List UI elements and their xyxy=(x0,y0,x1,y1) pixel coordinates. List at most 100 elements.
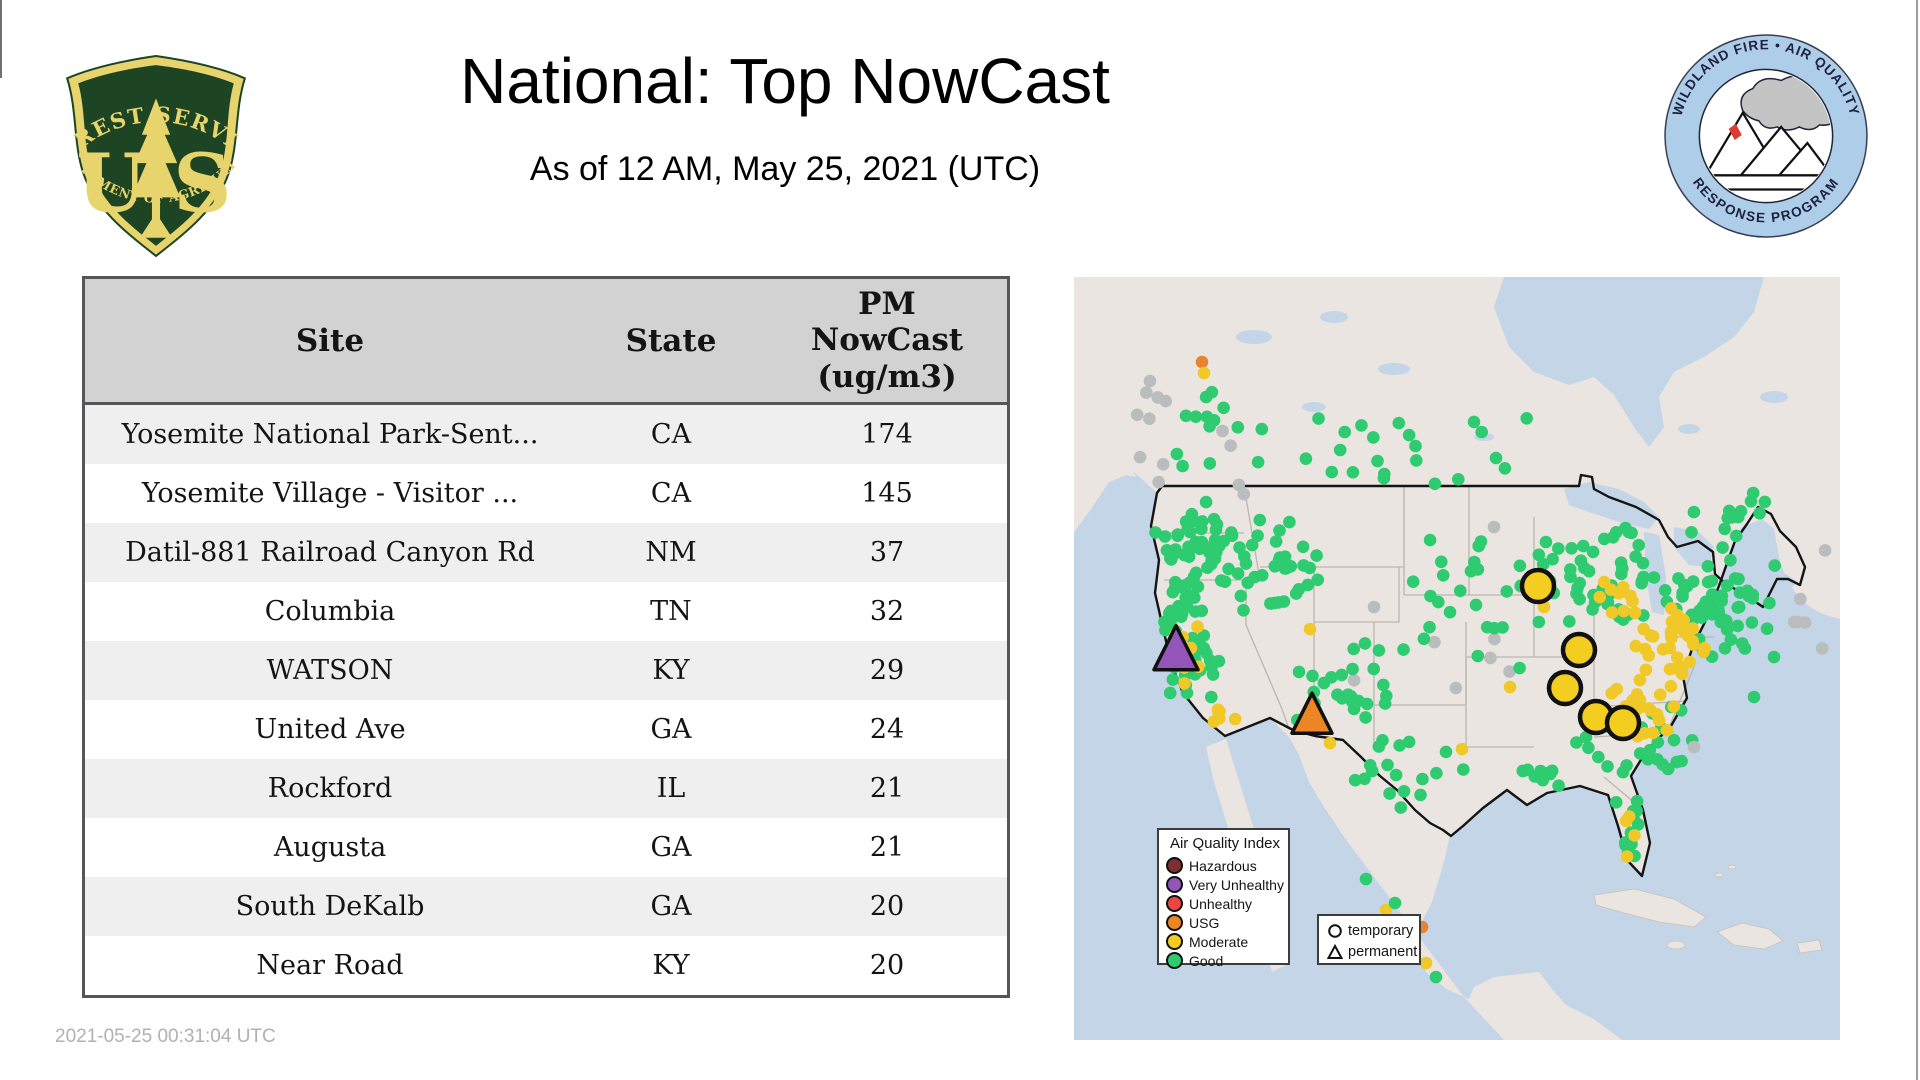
monitor-dot-green xyxy=(1675,754,1688,768)
page-subtitle: As of 12 AM, May 25, 2021 (UTC) xyxy=(529,150,1041,188)
site-cell: Datil-881 Railroad Canyon Rd xyxy=(83,523,575,582)
monitor-dot-green xyxy=(1716,541,1729,554)
monitor-dot-gray xyxy=(1687,740,1701,754)
monitor-dot-green xyxy=(1620,759,1633,772)
temporary-label: temporary xyxy=(1348,922,1414,939)
table-row: Columbia TN 32 xyxy=(83,582,1009,641)
monitor-dot-gray xyxy=(1140,386,1153,399)
monitor-dot-green xyxy=(1758,495,1772,509)
monitor-dot-yellow xyxy=(1664,680,1678,693)
monitor-dot-green xyxy=(1732,510,1745,524)
monitor-dot-green xyxy=(1203,457,1217,470)
value-cell: 174 xyxy=(767,403,1009,464)
monitor-dot-green xyxy=(1331,688,1344,701)
monitor-dot-green xyxy=(1402,735,1416,749)
monitor-dot-yellow xyxy=(1633,673,1647,687)
state-cell: CA xyxy=(575,403,767,464)
monitor-dot-green xyxy=(1402,428,1416,442)
monitor-dot-green xyxy=(1176,459,1189,473)
monitor-dot-green xyxy=(1185,507,1199,521)
right-edge-line xyxy=(1916,0,1918,1080)
value-cell: 21 xyxy=(767,818,1009,877)
monitor-dot-green xyxy=(1701,560,1715,573)
aqi-legend: Air Quality Index Hazardous Very Unhealth… xyxy=(1157,828,1290,969)
monitor-dot-green xyxy=(1268,560,1282,573)
monitor-dot-yellow xyxy=(1697,645,1710,659)
temporary-monitor-ring xyxy=(1604,704,1642,742)
monitor-dot-green xyxy=(1406,575,1420,588)
monitor-dot-green xyxy=(1732,600,1746,614)
monitor-dot-green xyxy=(1731,619,1744,633)
monitor-dot-green xyxy=(1389,768,1403,782)
monitor-dot-yellow xyxy=(1638,642,1652,656)
monitor-dot-green xyxy=(1170,447,1184,461)
monitor-dot-green xyxy=(1430,766,1443,780)
monitor-dot-green xyxy=(1269,535,1283,548)
monitor-dot-green xyxy=(1195,604,1209,618)
state-cell: KY xyxy=(575,641,767,700)
monitor-dot-yellow xyxy=(1197,366,1211,380)
monitor-dot-green xyxy=(1348,773,1362,787)
monitor-dot-green xyxy=(1347,702,1361,716)
aqi-legend-item: Unhealthy xyxy=(1166,894,1288,913)
monitor-dot-gray xyxy=(1152,475,1165,489)
monitor-dot-yellow xyxy=(1604,583,1618,596)
monitor-dot-green xyxy=(1586,545,1600,559)
monitor-dot-gray xyxy=(1798,616,1812,629)
monitor-dot-green xyxy=(1166,673,1180,686)
monitor-dot-gray xyxy=(1488,632,1501,646)
site-column-header: Site xyxy=(83,277,575,405)
monitor-dot-green xyxy=(1564,563,1577,576)
monitor-dot-green xyxy=(1251,455,1265,469)
monitor-dot-green xyxy=(1234,589,1248,603)
monitor-dot-yellow xyxy=(1626,595,1639,608)
monitor-dot-green xyxy=(1171,528,1185,541)
monitor-dot-green xyxy=(1299,452,1313,465)
value-cell: 29 xyxy=(767,641,1009,700)
monitor-dot-green xyxy=(1378,467,1391,481)
aqi-color-dot xyxy=(1166,876,1183,893)
permanent-label: permanent xyxy=(1348,943,1418,960)
value-cell: 24 xyxy=(767,700,1009,759)
monitor-dot-green xyxy=(1378,697,1392,710)
monitor-dot-green xyxy=(1439,745,1453,759)
monitor-dot-green xyxy=(1753,507,1766,520)
monitor-dot-green xyxy=(1367,662,1380,676)
monitor-dot-green xyxy=(1292,665,1306,679)
monitor-dot-green xyxy=(1283,515,1296,529)
monitor-dot-green xyxy=(1435,555,1448,569)
monitor-dot-green xyxy=(1255,422,1269,436)
monitor-dot-green xyxy=(1367,431,1380,444)
table-body: Yosemite National Park-Sent... CA 174 Yosem… xyxy=(83,403,1009,997)
value-cell: 20 xyxy=(767,877,1009,936)
aqi-color-dot xyxy=(1166,952,1183,969)
monitor-dot-green xyxy=(1432,595,1445,609)
monitor-dot-green xyxy=(1279,562,1293,575)
monitor-dot-green xyxy=(1592,750,1605,764)
monitor-dot-green xyxy=(1741,584,1754,598)
monitor-dot-yellow xyxy=(1628,829,1641,842)
monitor-dot-green xyxy=(1372,740,1386,753)
monitor-dot-green xyxy=(1601,760,1614,773)
monitor-dot-green xyxy=(1768,559,1781,572)
monitor-dot-green xyxy=(1539,535,1553,549)
monitor-dot-yellow xyxy=(1419,956,1433,970)
monitor-dot-green xyxy=(1397,643,1410,656)
monitor-dot-green xyxy=(1292,583,1306,596)
state-cell: TN xyxy=(575,582,767,641)
monitor-dot-green xyxy=(1635,576,1648,590)
monitor-dot-green xyxy=(1457,763,1470,776)
aqi-legend-label: Moderate xyxy=(1189,933,1249,950)
monitor-dot-green xyxy=(1200,410,1214,424)
monitor-dot-green xyxy=(1767,650,1781,664)
monitor-dot-green xyxy=(1454,584,1467,598)
monitor-dot-gray xyxy=(1156,458,1170,471)
table-header-row: Site State PM NowCast (ug/m3) xyxy=(83,277,1009,405)
forest-service-logo: FOREST SERVICE U S DEPARTMENT OF AGRICUL… xyxy=(55,50,247,258)
monitor-dot-green xyxy=(1188,591,1201,604)
monitor-dot-yellow xyxy=(1191,620,1204,633)
monitor-dot-green xyxy=(1582,741,1595,755)
monitor-dot-green xyxy=(1377,678,1390,692)
temporary-legend-row: temporary xyxy=(1327,920,1419,941)
temporary-monitor-ring xyxy=(1560,631,1598,669)
